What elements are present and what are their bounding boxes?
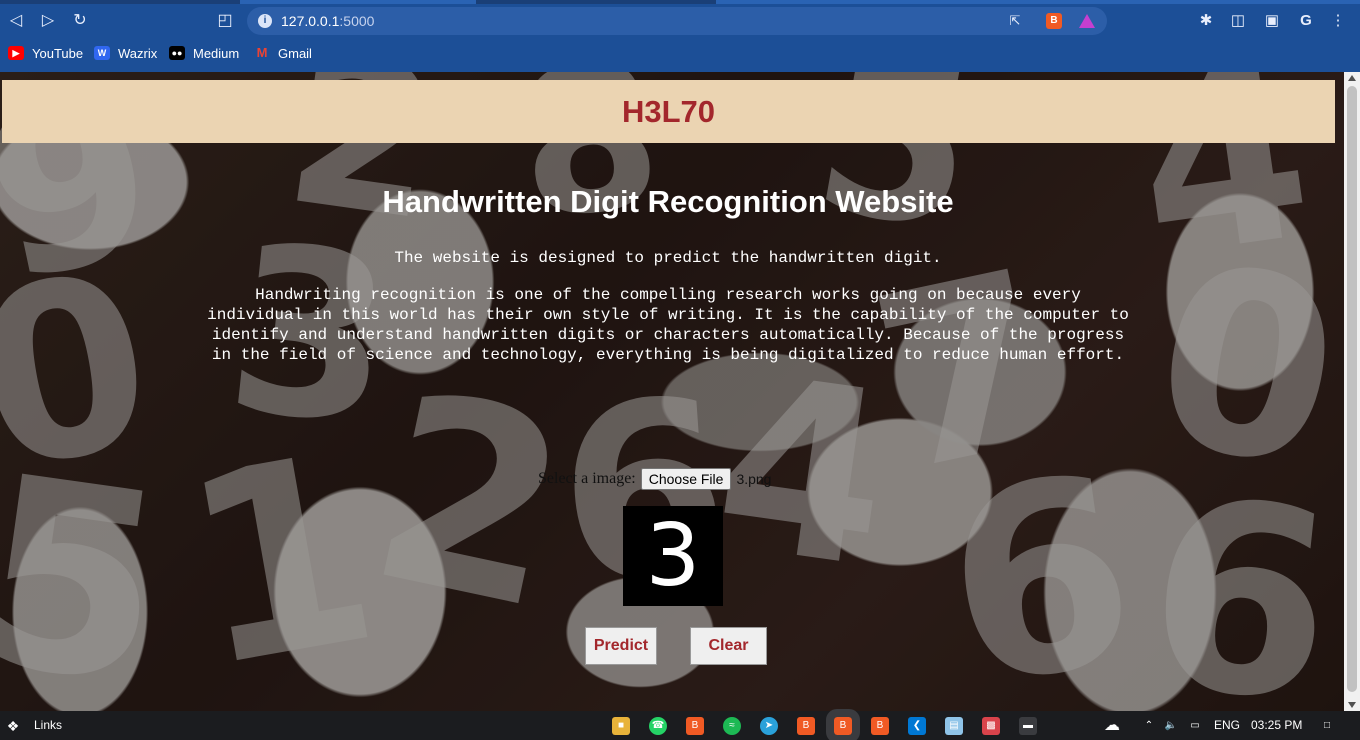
brand-banner: H3L70 bbox=[2, 80, 1335, 143]
whatsapp-icon[interactable]: ☎ bbox=[649, 717, 667, 735]
brand-title: H3L70 bbox=[621, 94, 716, 129]
brave-browser-icon[interactable]: B bbox=[686, 717, 704, 735]
back-icon[interactable]: ◁ bbox=[6, 11, 26, 31]
notepad-icon[interactable]: ▤ bbox=[945, 717, 963, 735]
profile-g-icon[interactable]: G bbox=[1296, 11, 1316, 31]
url-port: :5000 bbox=[339, 13, 375, 29]
file-explorer-icon[interactable]: ■ bbox=[612, 717, 630, 735]
bookmark-label: YouTube bbox=[32, 45, 84, 61]
app-icon[interactable]: ▩ bbox=[982, 717, 1000, 735]
lead-text: The website is designed to predict the h… bbox=[394, 249, 942, 267]
page-heading: Handwritten Digit Recognition Website bbox=[382, 184, 954, 219]
image-preview: 3 bbox=[623, 506, 723, 606]
preview-digit: 3 bbox=[645, 506, 701, 606]
bookmark-label: Wazrix bbox=[118, 45, 158, 61]
scrollbar-thumb[interactable] bbox=[1347, 86, 1357, 692]
address-bar[interactable]: i 127.0.0.1:5000 ⇱ B bbox=[247, 7, 1107, 35]
reload-icon[interactable]: ↻ bbox=[70, 11, 90, 31]
tray-overflow-icon[interactable]: ⌃ bbox=[1140, 717, 1158, 735]
wazirx-icon: W bbox=[94, 46, 110, 60]
bookmark-page-icon[interactable]: ◰ bbox=[215, 11, 235, 31]
scroll-up-icon[interactable] bbox=[1348, 75, 1356, 81]
brave-rewards-icon[interactable] bbox=[1079, 14, 1095, 28]
page-scrollbar[interactable] bbox=[1344, 72, 1360, 711]
brave-browser-active-icon[interactable]: B bbox=[826, 709, 860, 740]
extensions-icon[interactable]: ✱ bbox=[1196, 11, 1216, 31]
links-toolbar-label[interactable]: Links bbox=[34, 718, 62, 732]
description-paragraph: Handwriting recognition is one of the co… bbox=[207, 286, 1129, 364]
menu-icon[interactable]: ⋮ bbox=[1328, 11, 1348, 31]
notifications-icon[interactable]: □ bbox=[1318, 717, 1336, 735]
bookmark-youtube[interactable]: ▶ YouTube bbox=[8, 44, 83, 62]
vscode-icon[interactable]: ❮ bbox=[908, 717, 926, 735]
site-info-icon[interactable]: i bbox=[258, 14, 272, 28]
predict-button[interactable]: Predict bbox=[585, 627, 657, 665]
clear-button[interactable]: Clear bbox=[690, 627, 767, 665]
volume-icon[interactable]: 🔈 bbox=[1162, 717, 1180, 735]
spotify-icon[interactable]: ≈ bbox=[723, 717, 741, 735]
medium-icon: ●● bbox=[169, 46, 185, 60]
sidebar-icon[interactable]: ◫ bbox=[1228, 11, 1248, 31]
background-digits-image: 9 2 8 5 4 0 3 7 0 5 1 2 6 4 6 6 bbox=[0, 72, 1344, 711]
upload-form: Select a image: Choose File 3.png bbox=[538, 468, 771, 490]
network-icon[interactable]: ▭ bbox=[1186, 717, 1204, 735]
taskbar: ❖ Links ■ ☎ B ≈ ➤ B B B ❮ ▤ ▩ ▬ ☁ ⌃ 🔈 ▭ … bbox=[0, 709, 1360, 740]
upload-label: Select a image: bbox=[538, 470, 636, 487]
tab-strip bbox=[0, 0, 1360, 4]
telegram-icon[interactable]: ➤ bbox=[760, 717, 778, 735]
choose-file-button[interactable]: Choose File bbox=[640, 468, 732, 490]
browser-chrome: ◁ ▷ ↻ ◰ i 127.0.0.1:5000 ⇱ B ✱ ◫ ▣ G ⋮ ▶… bbox=[0, 0, 1360, 72]
youtube-icon: ▶ bbox=[8, 46, 24, 60]
page-background: 9 2 8 5 4 0 3 7 0 5 1 2 6 4 6 6 H3L70 Ha… bbox=[0, 72, 1344, 711]
wallet-icon[interactable]: ▣ bbox=[1262, 11, 1282, 31]
forward-icon[interactable]: ▷ bbox=[38, 11, 58, 31]
bookmark-label: Medium bbox=[193, 45, 240, 61]
terminal-icon[interactable]: ▬ bbox=[1019, 717, 1037, 735]
share-icon[interactable]: ⇱ bbox=[1007, 13, 1023, 29]
selected-file-name: 3.png bbox=[736, 471, 772, 487]
bookmark-label: Gmail bbox=[278, 45, 312, 61]
clock[interactable]: 03:25 PM bbox=[1251, 718, 1302, 732]
windows-start-icon[interactable]: ❖ bbox=[4, 717, 22, 735]
brave-shields-icon[interactable]: B bbox=[1046, 13, 1062, 29]
gmail-icon: M bbox=[256, 45, 268, 60]
input-language[interactable]: ENG bbox=[1214, 718, 1240, 732]
bookmark-wazrix[interactable]: W Wazrix bbox=[94, 44, 157, 62]
brave-browser-icon-2[interactable]: B bbox=[797, 717, 815, 735]
scroll-down-icon[interactable] bbox=[1348, 702, 1356, 708]
intro-section: Handwritten Digit Recognition Website Th… bbox=[0, 182, 1336, 365]
brave-browser-icon-3[interactable]: B bbox=[871, 717, 889, 735]
bookmark-medium[interactable]: ●● Medium bbox=[169, 44, 239, 62]
bookmark-gmail[interactable]: M Gmail bbox=[254, 44, 312, 62]
address-url: 127.0.0.1:5000 bbox=[281, 7, 374, 35]
onedrive-icon[interactable]: ☁ bbox=[1100, 717, 1124, 735]
url-host: 127.0.0.1 bbox=[281, 13, 340, 29]
